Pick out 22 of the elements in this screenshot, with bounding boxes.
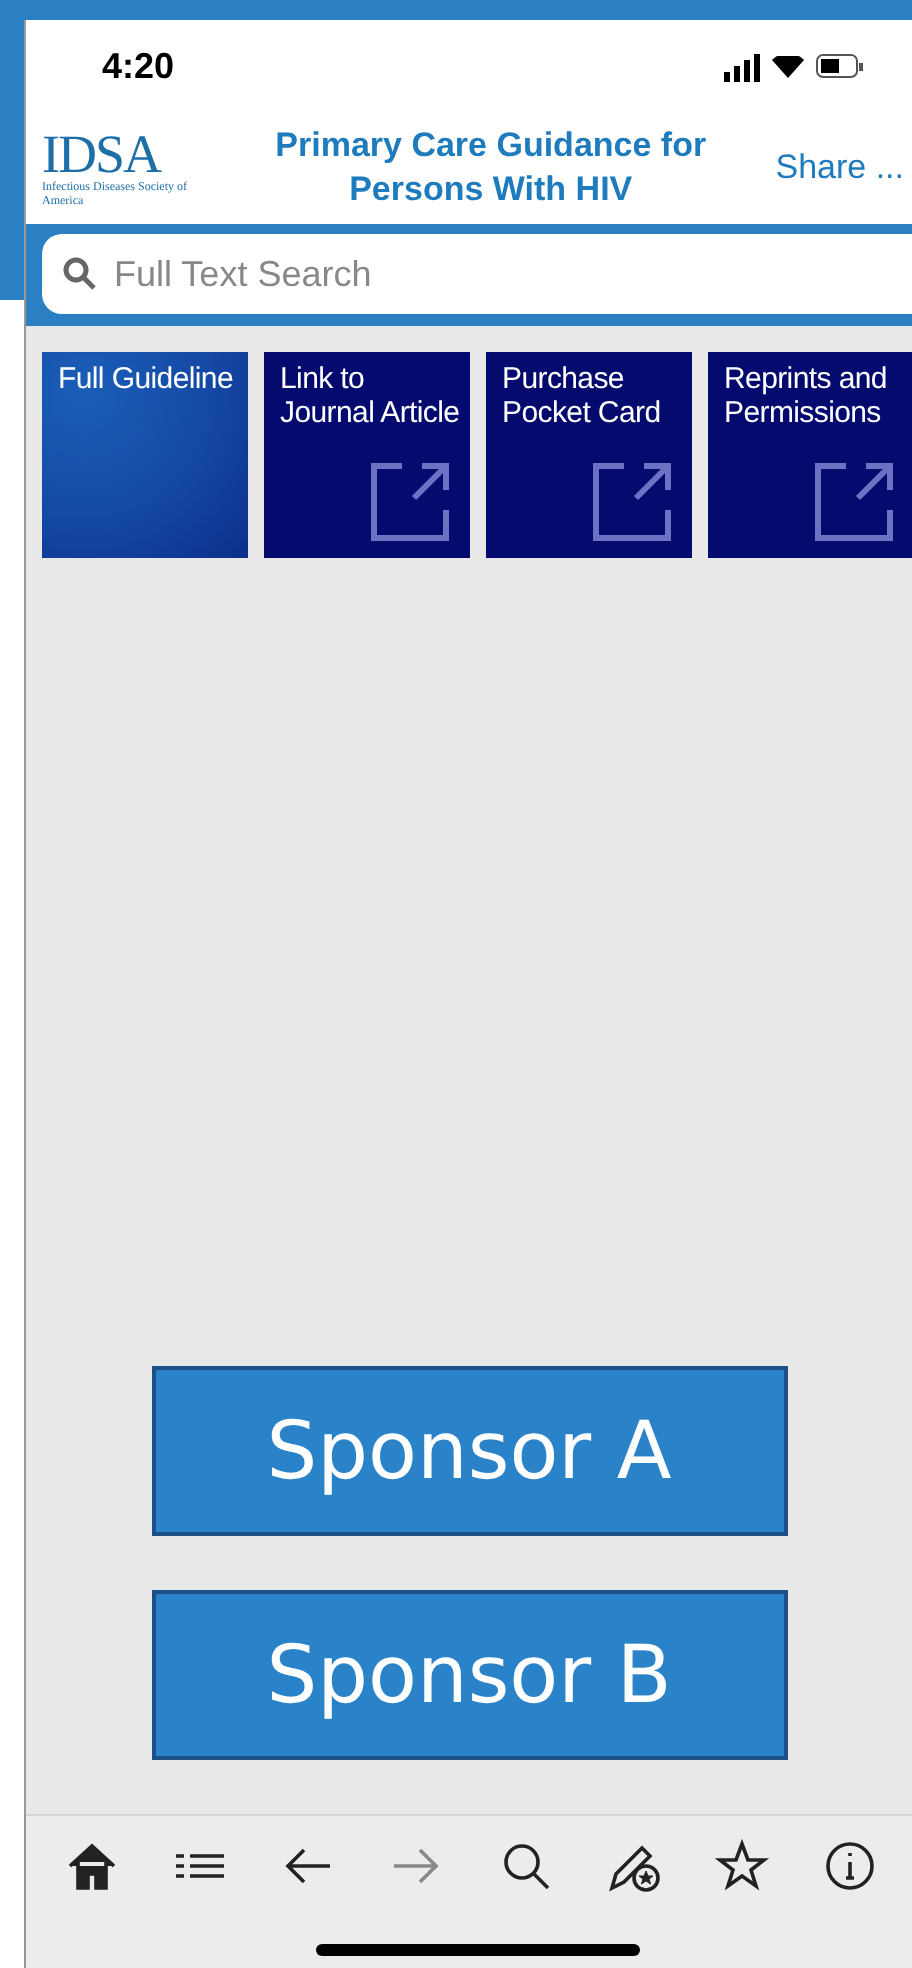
search-field[interactable]: Full Text Search (42, 234, 912, 314)
signal-icon (724, 51, 760, 81)
guideline-tile[interactable]: Full Guideline (42, 352, 248, 558)
external-link-icon (366, 458, 454, 546)
guideline-tile[interactable]: Reprints and Permissions (708, 352, 912, 558)
external-link-icon (810, 458, 898, 546)
share-link[interactable]: Share ... (775, 148, 904, 188)
home-icon (64, 1838, 120, 1894)
wifi-icon (772, 55, 804, 77)
guideline-tile[interactable]: Purchase Pocket Card (486, 352, 692, 558)
info-icon (821, 1838, 878, 1894)
logo: IDSA (42, 127, 162, 182)
app-title: Primary Care Guidance for Persons With HIV (273, 123, 709, 212)
status-time: 4:20 (102, 45, 175, 87)
star-icon (713, 1838, 770, 1894)
sponsor-button[interactable]: Sponsor B (151, 1590, 787, 1760)
search-icon (62, 256, 98, 292)
guideline-tile[interactable]: Link to Journal Article (264, 352, 470, 558)
sponsor-button[interactable]: Sponsor A (151, 1366, 787, 1536)
battery-icon (816, 54, 864, 78)
search-input[interactable]: Full Text Search (110, 251, 912, 297)
external-link-icon (588, 458, 676, 546)
